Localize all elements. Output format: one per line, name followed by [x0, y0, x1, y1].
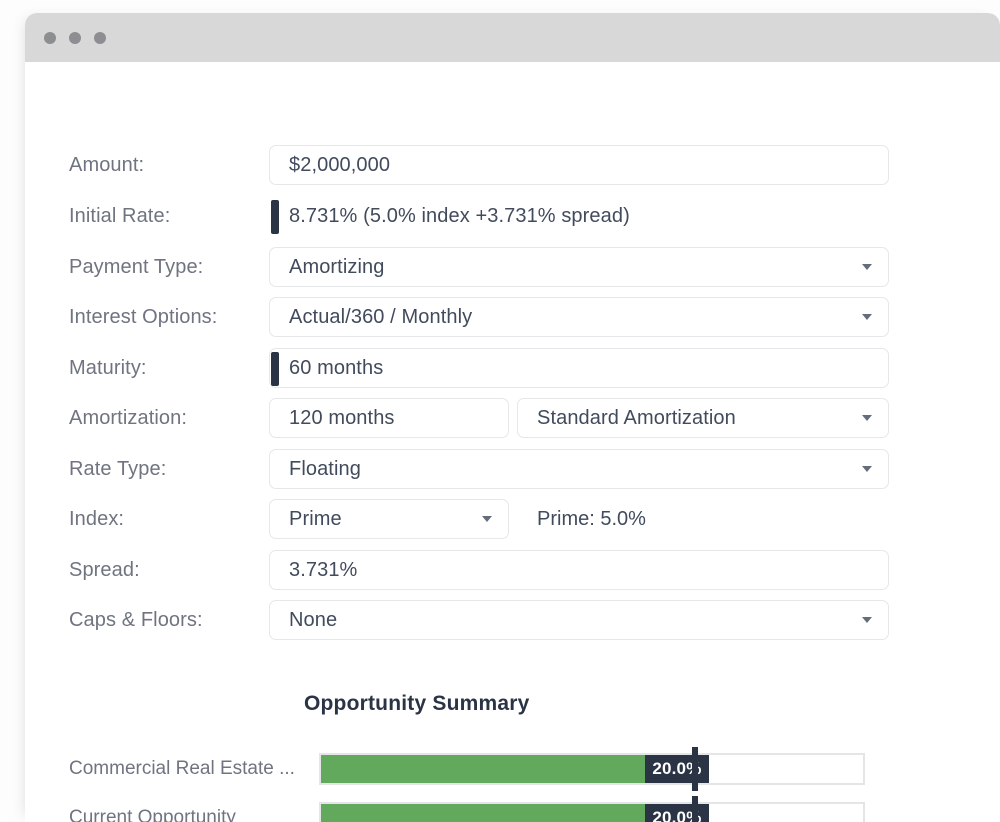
control-amount: $2,000,000 — [269, 145, 889, 185]
amortization-method-select[interactable]: Standard Amortization — [517, 398, 889, 438]
initial-rate-value: 8.731% (5.0% index +3.731% spread) — [269, 196, 889, 236]
control-rate-type: Floating — [269, 449, 889, 489]
window-content: Amount: $2,000,000 Initial Rate: 8.731% … — [25, 62, 1000, 822]
chevron-down-icon — [862, 264, 872, 270]
form-row-caps-floors: Caps & Floors: None — [69, 595, 1000, 645]
close-dot-icon[interactable] — [44, 32, 56, 44]
spread-input[interactable]: 3.731% — [269, 550, 889, 590]
form-row-spread: Spread: 3.731% — [69, 545, 1000, 595]
chevron-down-icon — [862, 617, 872, 623]
summary-bar-row-current: Current Opportunity 20.0% — [69, 795, 865, 822]
form-row-amount: Amount: $2,000,000 — [69, 140, 1000, 190]
index-select[interactable]: Prime — [269, 499, 509, 539]
control-amortization: 120 months Standard Amortization — [269, 398, 889, 438]
control-maturity: 60 months — [269, 348, 889, 388]
form-row-index: Index: Prime Prime: 5.0% — [69, 494, 1000, 544]
label-index: Index: — [69, 507, 125, 530]
form-row-payment-type: Payment Type: Amortizing — [69, 242, 1000, 292]
chevron-down-icon — [482, 516, 492, 522]
control-spread: 3.731% — [269, 550, 889, 590]
caps-floors-select[interactable]: None — [269, 600, 889, 640]
opportunity-summary-title: Opportunity Summary — [304, 692, 530, 715]
bar-label-current: Current Opportunity — [69, 807, 236, 822]
page-root: Amount: $2,000,000 Initial Rate: 8.731% … — [0, 0, 1000, 822]
label-amortization: Amortization: — [69, 406, 188, 429]
amortization-term-input[interactable]: 120 months — [269, 398, 509, 438]
app-window: Amount: $2,000,000 Initial Rate: 8.731% … — [25, 13, 1000, 822]
maximize-dot-icon[interactable] — [94, 32, 106, 44]
maturity-input[interactable]: 60 months — [269, 348, 889, 388]
minimize-dot-icon[interactable] — [69, 32, 81, 44]
label-interest-options: Interest Options: — [69, 305, 218, 328]
current-progress-fill — [321, 804, 693, 822]
control-interest-options: Actual/360 / Monthly — [269, 297, 889, 337]
current-progress-track: 20.0% — [319, 796, 865, 822]
chevron-down-icon — [862, 415, 872, 421]
label-rate-type: Rate Type: — [69, 457, 167, 480]
current-marker-line — [692, 796, 699, 822]
interest-options-select[interactable]: Actual/360 / Monthly — [269, 297, 889, 337]
form-row-maturity: Maturity: 60 months — [69, 343, 1000, 393]
control-payment-type: Amortizing — [269, 247, 889, 287]
label-caps-floors: Caps & Floors: — [69, 608, 203, 631]
current-value-badge: 20.0% — [645, 804, 709, 822]
control-caps-floors: None — [269, 600, 889, 640]
chevron-down-icon — [862, 314, 872, 320]
control-index: Prime Prime: 5.0% — [269, 499, 646, 539]
chevron-down-icon — [862, 466, 872, 472]
form-row-rate-type: Rate Type: Floating — [69, 444, 1000, 494]
form-row-initial-rate: Initial Rate: 8.731% (5.0% index +3.731%… — [69, 191, 1000, 241]
control-initial-rate: 8.731% (5.0% index +3.731% spread) — [269, 196, 889, 236]
amount-input[interactable]: $2,000,000 — [269, 145, 889, 185]
label-payment-type: Payment Type: — [69, 255, 204, 278]
form-row-interest-options: Interest Options: Actual/360 / Monthly — [69, 292, 1000, 342]
payment-type-select[interactable]: Amortizing — [269, 247, 889, 287]
traffic-lights — [44, 32, 106, 44]
label-maturity: Maturity: — [69, 356, 147, 379]
window-titlebar — [25, 13, 1000, 62]
label-amount: Amount: — [69, 153, 145, 176]
edited-marker-icon — [271, 200, 279, 234]
label-spread: Spread: — [69, 558, 140, 581]
benchmark-marker-line — [692, 747, 699, 791]
form-row-amortization: Amortization: 120 months Standard Amorti… — [69, 393, 1000, 443]
benchmark-progress-fill — [321, 755, 693, 783]
bar-label-benchmark: Commercial Real Estate ... — [69, 758, 295, 779]
benchmark-progress-track: 20.0% — [319, 747, 865, 791]
edited-marker-icon — [271, 352, 279, 386]
summary-bar-row-benchmark: Commercial Real Estate ... 20.0% — [69, 746, 865, 792]
label-initial-rate: Initial Rate: — [69, 204, 171, 227]
rate-type-select[interactable]: Floating — [269, 449, 889, 489]
index-rate-note: Prime: 5.0% — [537, 507, 646, 530]
benchmark-value-badge: 20.0% — [645, 755, 709, 783]
